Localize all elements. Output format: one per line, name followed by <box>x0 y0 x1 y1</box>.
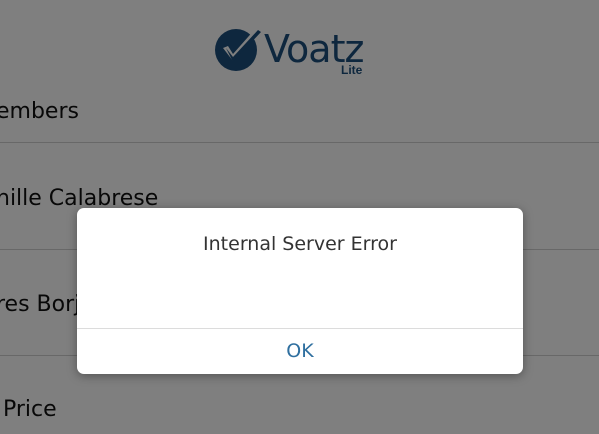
ok-button[interactable]: OK <box>77 329 523 374</box>
error-dialog: Internal Server Error OK <box>77 208 523 374</box>
dialog-message: Internal Server Error <box>203 233 397 255</box>
